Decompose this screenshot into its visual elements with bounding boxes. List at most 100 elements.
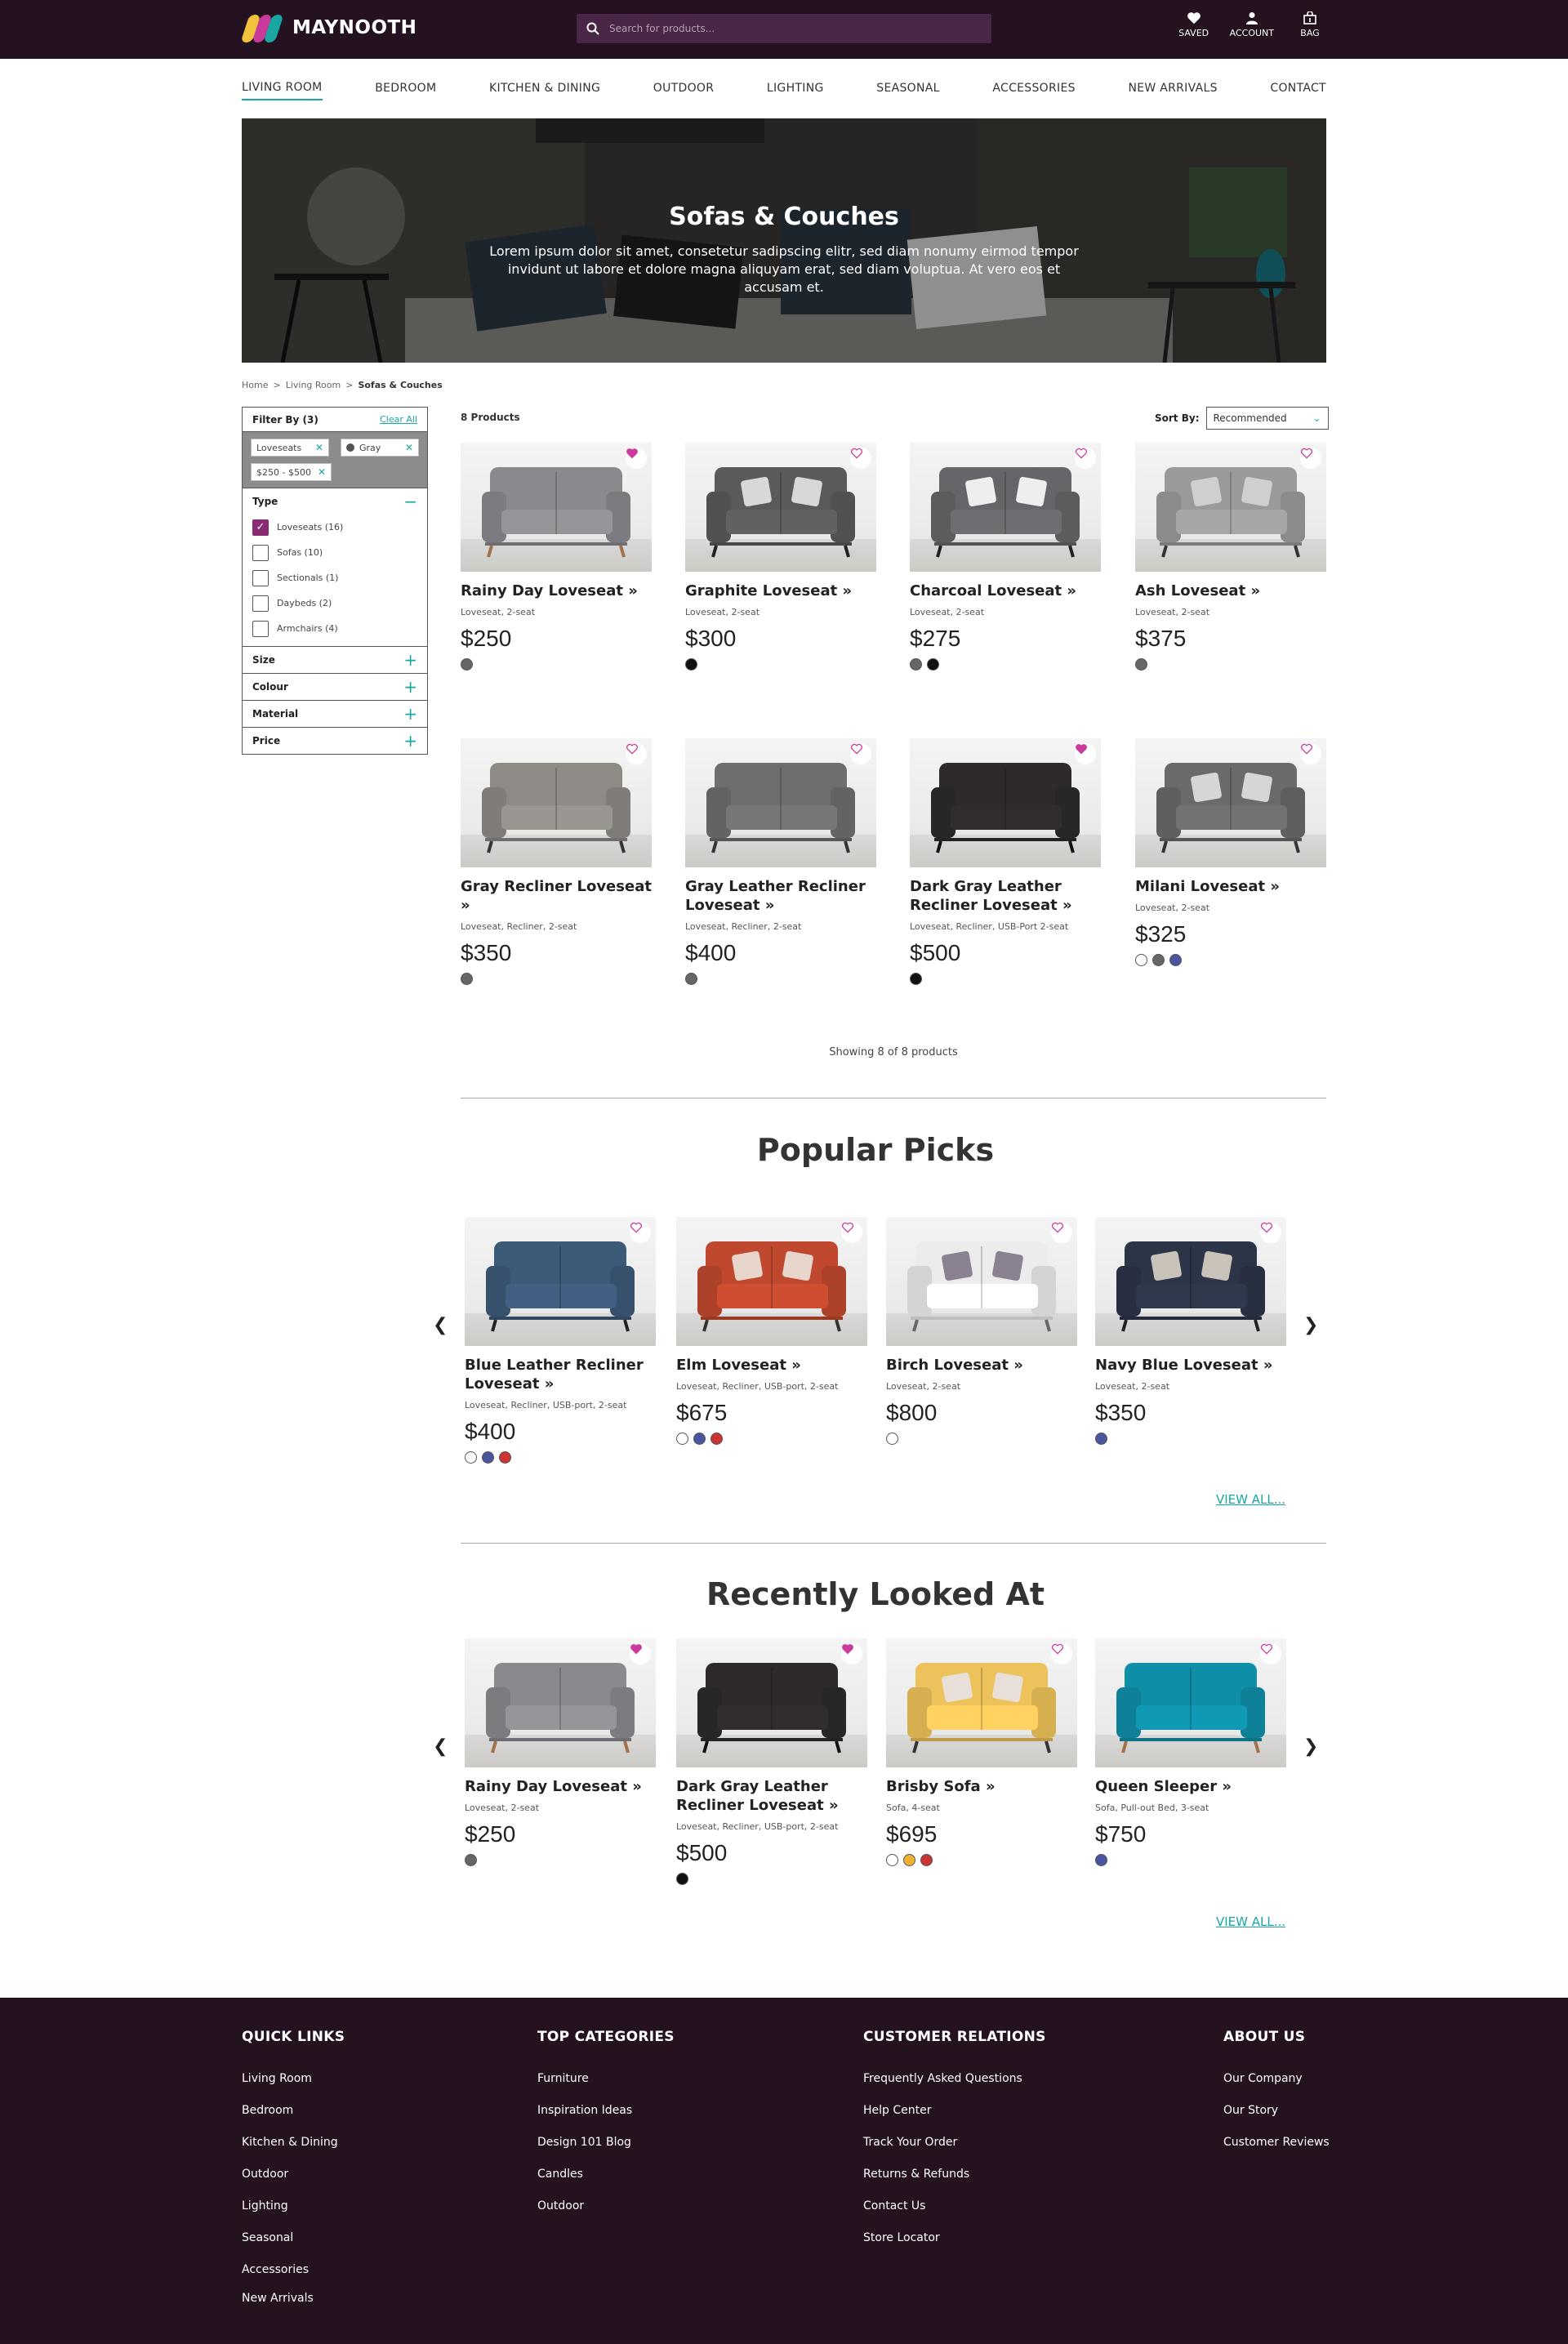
sort-select[interactable]: Recommended ⌄ [1205, 407, 1329, 430]
product-card[interactable]: Blue Leather Recliner Loveseat » Loveseat… [465, 1217, 656, 1464]
minus-icon[interactable]: − [403, 492, 417, 511]
footer-link[interactable]: Seasonal [242, 2222, 345, 2254]
color-swatch[interactable] [499, 1451, 511, 1464]
color-swatch[interactable] [1095, 1433, 1107, 1445]
plus-icon[interactable]: + [403, 731, 417, 751]
color-swatch[interactable] [461, 973, 473, 985]
checkbox[interactable] [252, 595, 269, 612]
color-swatch[interactable] [685, 658, 697, 671]
price-section-header[interactable]: Price + [243, 728, 427, 754]
product-image[interactable] [461, 443, 652, 572]
plus-icon[interactable]: + [403, 650, 417, 670]
product-card[interactable]: Elm Loveseat » Loveseat, Recliner, USB-po… [676, 1217, 867, 1445]
footer-link[interactable]: Kitchen & Dining [242, 2127, 345, 2159]
color-swatch[interactable] [886, 1433, 898, 1445]
checkbox-checked[interactable]: ✓ [252, 519, 269, 536]
color-swatch[interactable] [1135, 954, 1147, 966]
color-swatch[interactable] [1169, 954, 1182, 966]
product-name[interactable]: Rainy Day Loveseat » [461, 582, 652, 600]
product-image[interactable] [465, 1638, 656, 1767]
checkbox[interactable] [252, 569, 269, 586]
color-swatch[interactable] [910, 658, 922, 671]
color-swatch[interactable] [676, 1873, 688, 1885]
footer-link[interactable]: Outdoor [242, 2159, 345, 2190]
type-option-armchairs[interactable]: Armchairs (4) [252, 616, 417, 641]
breadcrumb-home[interactable]: Home [242, 380, 268, 390]
search-bar[interactable] [577, 14, 991, 43]
nav-outdoor[interactable]: OUTDOOR [653, 77, 714, 100]
product-card[interactable]: Dark Gray Leather Recliner Loveseat » Lov… [676, 1638, 867, 1885]
heart-filled-icon[interactable] [630, 1643, 651, 1664]
plus-icon[interactable]: + [403, 677, 417, 697]
search-input[interactable] [609, 23, 969, 34]
account-button[interactable]: ACCOUNT [1230, 11, 1274, 38]
product-name[interactable]: Blue Leather Recliner Loveseat » [465, 1356, 656, 1393]
recent-prev-arrow-icon[interactable]: ❮ [433, 1736, 448, 1757]
filter-section-colour[interactable]: Colour + [243, 673, 427, 700]
color-swatch[interactable] [1152, 954, 1165, 966]
product-card[interactable]: Rainy Day Loveseat » Loveseat, 2-seat $250 [461, 443, 652, 671]
heart-outline-icon[interactable] [1051, 1643, 1072, 1664]
logo[interactable]: MAYNOOTH [240, 13, 416, 42]
footer-link[interactable]: Track Your Order [863, 2127, 1046, 2159]
color-swatch[interactable] [465, 1451, 477, 1464]
heart-outline-icon[interactable] [1260, 1222, 1281, 1243]
color-swatch[interactable] [693, 1433, 706, 1445]
heart-outline-icon[interactable] [841, 1222, 862, 1243]
product-card[interactable]: Navy Blue Loveseat » Loveseat, 2-seat $350 [1095, 1217, 1286, 1445]
heart-outline-icon[interactable] [626, 743, 647, 764]
material-section-header[interactable]: Material + [243, 701, 427, 727]
popular-next-arrow-icon[interactable]: ❯ [1303, 1315, 1318, 1335]
footer-link[interactable]: Contact Us [863, 2190, 1046, 2222]
product-card[interactable]: Brisby Sofa » Sofa, 4-seat $695 [886, 1638, 1077, 1866]
filter-section-material[interactable]: Material + [243, 700, 427, 727]
product-card[interactable]: Birch Loveseat » Loveseat, 2-seat $800 [886, 1217, 1077, 1445]
heart-outline-icon[interactable] [1051, 1222, 1072, 1243]
product-name[interactable]: Brisby Sofa » [886, 1777, 1077, 1796]
nav-kitchen-dining[interactable]: KITCHEN & DINING [489, 77, 600, 100]
product-name[interactable]: Ash Loveseat » [1135, 582, 1326, 600]
checkbox[interactable] [252, 544, 269, 561]
heart-outline-icon[interactable] [1300, 448, 1321, 469]
product-image[interactable] [465, 1217, 656, 1346]
heart-filled-icon[interactable] [1075, 743, 1096, 764]
product-image[interactable] [886, 1217, 1077, 1346]
type-option-daybeds[interactable]: Daybeds (2) [252, 590, 417, 616]
product-card[interactable]: Gray Leather Recliner Loveseat » Loveseat… [685, 738, 876, 985]
product-image[interactable] [685, 443, 876, 572]
footer-link[interactable]: Store Locator [863, 2222, 1046, 2254]
product-name[interactable]: Gray Recliner Loveseat » [461, 877, 652, 915]
product-card[interactable]: Graphite Loveseat » Loveseat, 2-seat $300 [685, 443, 876, 671]
heart-filled-icon[interactable] [626, 448, 647, 469]
saved-button[interactable]: SAVED [1178, 11, 1210, 38]
clear-all-link[interactable]: Clear All [380, 414, 417, 425]
plus-icon[interactable]: + [403, 704, 417, 724]
footer-link[interactable]: Customer Reviews [1223, 2127, 1330, 2159]
product-name[interactable]: Gray Leather Recliner Loveseat » [685, 877, 876, 915]
nav-contact[interactable]: CONTACT [1270, 77, 1326, 100]
color-swatch[interactable] [461, 658, 473, 671]
footer-link[interactable]: Frequently Asked Questions [863, 2063, 1046, 2095]
heart-outline-icon[interactable] [630, 1222, 651, 1243]
color-swatch[interactable] [710, 1433, 723, 1445]
color-swatch[interactable] [1135, 658, 1147, 671]
nav-bedroom[interactable]: BEDROOM [375, 77, 436, 100]
product-name[interactable]: Birch Loveseat » [886, 1356, 1077, 1375]
recent-view-all-link[interactable]: VIEW ALL... [1216, 1914, 1285, 1929]
product-name[interactable]: Rainy Day Loveseat » [465, 1777, 656, 1796]
footer-link[interactable]: Help Center [863, 2095, 1046, 2127]
product-image[interactable] [676, 1638, 867, 1767]
close-icon[interactable]: ✕ [315, 442, 323, 453]
bag-button[interactable]: BAG [1294, 11, 1326, 38]
nav-accessories[interactable]: ACCESSORIES [992, 77, 1075, 100]
popular-view-all-link[interactable]: VIEW ALL... [1216, 1492, 1285, 1507]
checkbox[interactable] [252, 620, 269, 637]
product-card[interactable]: Ash Loveseat » Loveseat, 2-seat $375 [1135, 443, 1326, 671]
heart-outline-icon[interactable] [850, 448, 871, 469]
product-card[interactable]: Dark Gray Leather Recliner Loveseat » Lov… [910, 738, 1101, 985]
color-swatch[interactable] [920, 1854, 933, 1866]
footer-link[interactable]: Inspiration Ideas [537, 2095, 675, 2127]
popular-prev-arrow-icon[interactable]: ❮ [433, 1315, 448, 1335]
filter-chip-loveseats[interactable]: Loveseats ✕ [251, 439, 329, 457]
footer-link[interactable]: Accessories [242, 2254, 345, 2286]
